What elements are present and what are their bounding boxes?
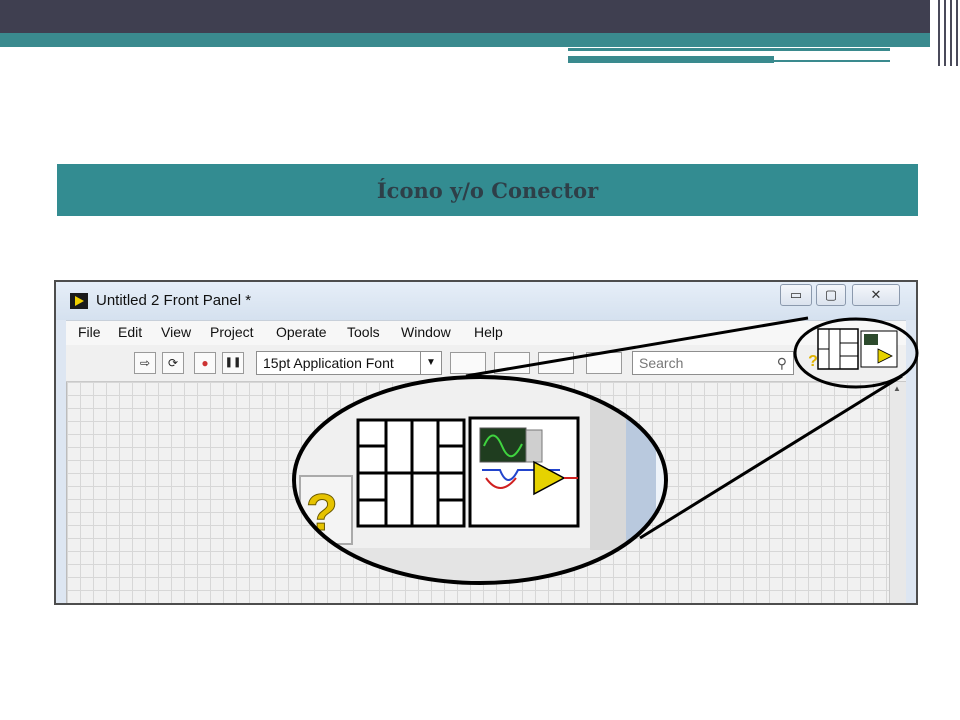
zoom-connector-line: [639, 374, 903, 540]
zoom-callout-overlay: ?: [292, 316, 919, 585]
small-icon-connector-pane: [817, 328, 898, 370]
zoom-connector-line: [465, 316, 809, 378]
